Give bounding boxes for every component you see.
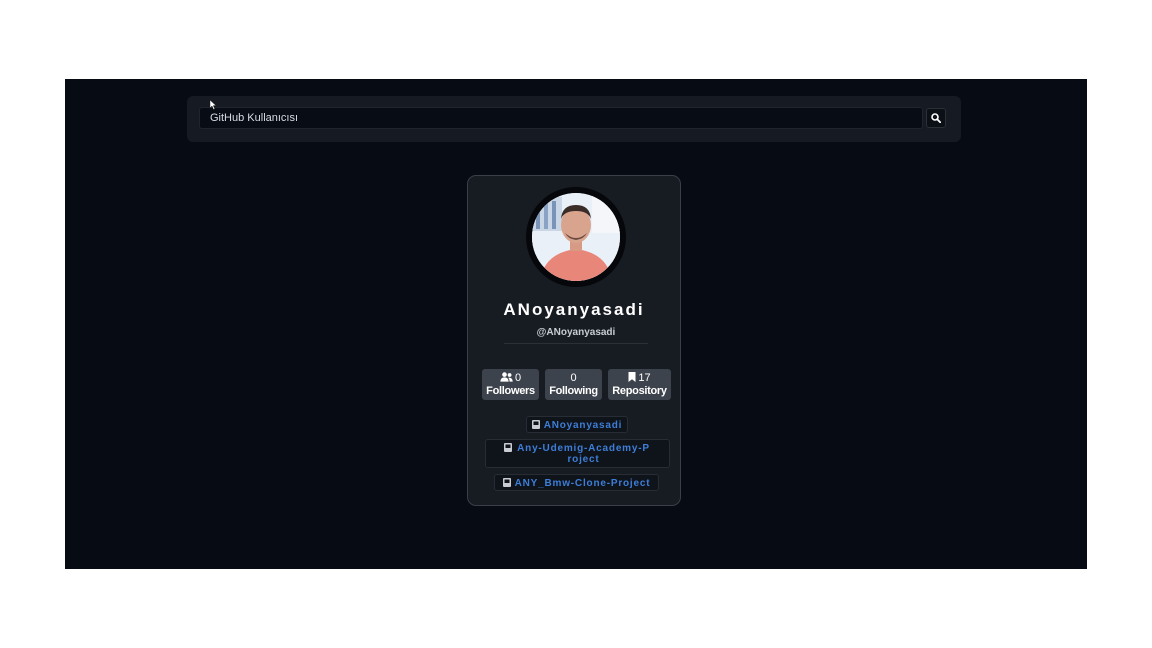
avatar-frame <box>526 187 626 287</box>
users-icon <box>500 372 513 382</box>
repo-name: ANY_Bmw-Clone-Project <box>514 478 651 489</box>
followers-stat[interactable]: 0 Followers <box>482 369 539 400</box>
followers-count: 0 <box>514 372 522 384</box>
app-stage: ANoyanyasadi @ANoyanyasadi 0 Followers 0… <box>65 79 1087 569</box>
followers-label: Followers <box>486 385 535 397</box>
following-label: Following <box>549 385 598 397</box>
repo-name: Any-Udemig-Academy-Project <box>517 443 650 465</box>
repo-link-anoyanyasadi[interactable]: ANoyanyasadi <box>526 416 628 433</box>
repo-icon <box>503 443 512 452</box>
repo-icon <box>531 420 540 429</box>
profile-card: ANoyanyasadi @ANoyanyasadi 0 Followers 0… <box>467 175 681 506</box>
repository-label: Repository <box>612 385 667 397</box>
mouse-cursor-icon <box>210 100 217 110</box>
search-icon <box>931 113 941 123</box>
repo-link-any-udemig-academy-project[interactable]: Any-Udemig-Academy-Project <box>485 439 670 468</box>
search-bar <box>187 96 961 142</box>
search-button[interactable] <box>926 108 946 128</box>
repo-name: ANoyanyasadi <box>543 420 623 431</box>
search-input[interactable] <box>199 107 923 129</box>
repository-stat[interactable]: 17 Repository <box>608 369 671 400</box>
profile-handle: @ANoyanyasadi <box>504 327 648 344</box>
repository-count: 17 <box>638 372 651 384</box>
following-stat[interactable]: 0 Following <box>545 369 602 400</box>
repo-link-any-bmw-clone-project[interactable]: ANY_Bmw-Clone-Project <box>494 474 659 491</box>
repo-icon <box>502 478 511 487</box>
avatar <box>532 193 620 281</box>
bookmark-icon <box>628 372 636 382</box>
profile-name: ANoyanyasadi <box>503 300 645 319</box>
following-count: 0 <box>570 372 577 384</box>
